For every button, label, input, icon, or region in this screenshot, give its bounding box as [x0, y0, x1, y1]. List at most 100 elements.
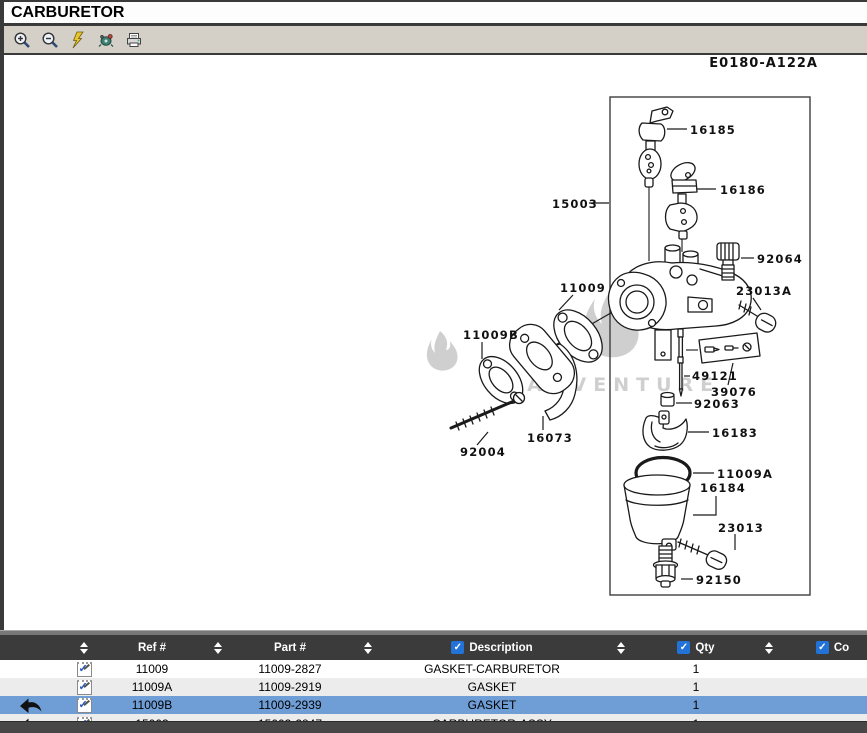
parts-list-icon[interactable]: ✓: [77, 680, 92, 695]
spacer-cell: [342, 678, 394, 696]
part-label-16184[interactable]: 16184: [700, 481, 746, 495]
comments-cell: [798, 678, 867, 696]
part-label-49121[interactable]: 49121: [692, 369, 738, 383]
column-label: Co: [834, 642, 849, 654]
ref-cell: 15003: [106, 714, 198, 721]
column-header: [0, 635, 62, 660]
parts-diagram: LEADVENTURE E0180-A122A: [4, 55, 867, 630]
sort-icon[interactable]: [765, 642, 773, 654]
qty-cell: 1: [652, 696, 740, 714]
column-header[interactable]: [62, 635, 106, 660]
spacer-cell: [198, 660, 238, 678]
diagram-code: E0180-A122A: [709, 56, 818, 71]
spacer-cell: [740, 696, 798, 714]
row-action-cell: [0, 696, 62, 714]
part-label-23013[interactable]: 23013: [718, 521, 764, 535]
parts-list-icon[interactable]: ✓: [77, 662, 92, 677]
part-16183-float: [643, 411, 687, 450]
spacer-cell: [198, 678, 238, 696]
part-92004-screw: [451, 393, 525, 431]
part-label-16186[interactable]: 16186: [720, 183, 766, 197]
spacer-cell: [198, 696, 238, 714]
part-cell: 11009-2919: [238, 678, 342, 696]
spacer-cell: [740, 714, 798, 721]
column-checkbox-icon[interactable]: ✓: [677, 641, 690, 654]
part-92063-plug: [661, 393, 674, 407]
watermark-flame-icon: [427, 331, 458, 371]
column-header-qty[interactable]: ✓ Qty: [652, 635, 740, 660]
part-label-15003[interactable]: 15003: [552, 197, 598, 211]
column-header[interactable]: [342, 635, 394, 660]
part-label-16183[interactable]: 16183: [712, 426, 758, 440]
table-header: Ref # Part # ✓ Description ✓ Qty ✓ Co: [0, 635, 867, 660]
print-icon[interactable]: [124, 30, 144, 50]
part-16185-choke-lever: [639, 107, 673, 187]
column-label: Part #: [274, 642, 306, 654]
sort-icon[interactable]: [80, 642, 88, 654]
table-row-15003[interactable]: ✓1500315003-2847CARBURETOR-ASSY1: [0, 714, 867, 721]
qty-cell: 1: [652, 660, 740, 678]
hotspot-icon[interactable]: [96, 30, 116, 50]
spacer-cell: [342, 714, 394, 721]
part-label-92004[interactable]: 92004: [460, 445, 506, 459]
spacer-cell: [740, 678, 798, 696]
zoom-in-icon[interactable]: [12, 30, 32, 50]
part-label-92063[interactable]: 92063: [694, 397, 740, 411]
column-checkbox-icon[interactable]: ✓: [816, 641, 829, 654]
bottom-panel: [0, 721, 867, 733]
part-label-11009[interactable]: 11009: [560, 281, 606, 295]
part-label-16073[interactable]: 16073: [527, 431, 573, 445]
parts-list-icon[interactable]: ✓: [77, 698, 92, 713]
ref-cell: 11009A: [106, 678, 198, 696]
parts-list-icon[interactable]: ✓: [77, 717, 92, 721]
back-arrow-icon[interactable]: [19, 717, 43, 721]
page-title-text: CARBURETOR: [11, 4, 124, 22]
zoom-out-icon[interactable]: [40, 30, 60, 50]
part-label-92064[interactable]: 92064: [757, 252, 803, 266]
row-doc-cell: ✓: [62, 714, 106, 721]
spacer-cell: [740, 660, 798, 678]
back-arrow-icon[interactable]: [19, 697, 43, 714]
row-doc-cell: ✓: [62, 660, 106, 678]
column-header[interactable]: [740, 635, 798, 660]
spacer-cell: [342, 660, 394, 678]
part-16186-throttle-lever: [666, 159, 699, 239]
ref-cell: 11009B: [106, 696, 198, 714]
sort-icon[interactable]: [214, 642, 222, 654]
column-checkbox-icon[interactable]: ✓: [451, 641, 464, 654]
column-header-co[interactable]: ✓ Co: [798, 635, 867, 660]
column-label: Qty: [695, 642, 714, 654]
table-row-11009A[interactable]: ✓ 11009A 11009-2919 GASKET 1: [0, 678, 867, 696]
table-row-11009B[interactable]: ✓ 11009B 11009-2939 GASKET 1: [0, 696, 867, 714]
part-label-16185[interactable]: 16185: [690, 123, 736, 137]
part-23013-screw: [678, 539, 729, 572]
comments-cell: [798, 696, 867, 714]
sort-icon[interactable]: [617, 642, 625, 654]
part-label-11009B[interactable]: 11009B: [463, 328, 519, 342]
toolbar: [0, 26, 867, 55]
column-label: Description: [469, 642, 532, 654]
row-action-cell: [0, 714, 62, 721]
qty-cell: 1: [652, 678, 740, 696]
column-header-part[interactable]: Part #: [238, 635, 342, 660]
flash-icon[interactable]: [68, 30, 88, 50]
column-header[interactable]: [590, 635, 652, 660]
description-cell: GASKET: [394, 678, 590, 696]
spacer-cell: [590, 696, 652, 714]
description-cell: GASKET: [394, 696, 590, 714]
column-header[interactable]: [198, 635, 238, 660]
column-header-ref[interactable]: Ref #: [106, 635, 198, 660]
sort-icon[interactable]: [364, 642, 372, 654]
spacer-cell: [198, 714, 238, 721]
part-label-92150[interactable]: 92150: [696, 573, 742, 587]
part-label-23013A[interactable]: 23013A: [736, 284, 792, 298]
part-label-11009A[interactable]: 11009A: [717, 467, 773, 481]
page-title: CARBURETOR: [0, 2, 867, 26]
comments-cell: [798, 714, 867, 721]
row-doc-cell: ✓: [62, 678, 106, 696]
part-cell: 11009-2939: [238, 696, 342, 714]
part-16184-float-bowl: [624, 475, 690, 550]
table-row-11009[interactable]: ✓1100911009-2827GASKET-CARBURETOR1: [0, 660, 867, 678]
column-header-description[interactable]: ✓ Description: [394, 635, 590, 660]
row-doc-cell: ✓: [62, 696, 106, 714]
